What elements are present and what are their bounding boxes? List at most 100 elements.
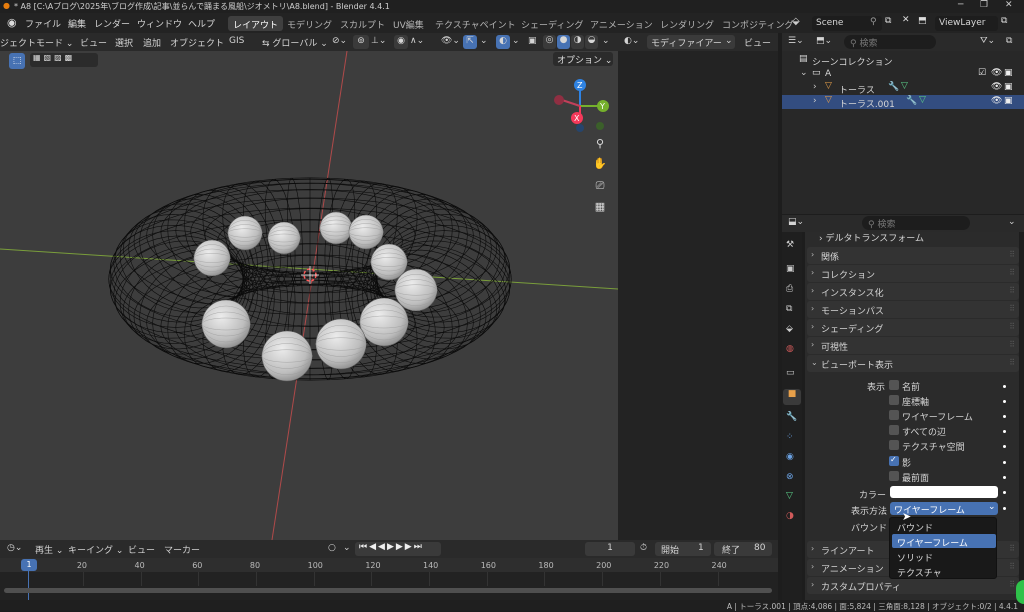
sphere[interactable]	[193, 239, 231, 277]
tab-uv[interactable]: UV編集	[388, 16, 429, 31]
start-frame-field[interactable]: 開始 1	[655, 542, 711, 556]
playback-controls[interactable]: ⏮◀◀▶▶▶⏭	[355, 542, 441, 556]
tab-modeling[interactable]: モデリング	[282, 16, 337, 31]
sphere[interactable]	[319, 211, 353, 245]
orientation-selector[interactable]: ⇆ グローバル ⌄	[262, 36, 328, 49]
overlay-menu-icon[interactable]: ⌄	[512, 36, 520, 46]
playhead[interactable]: 1	[21, 559, 37, 571]
blender-menu-icon[interactable]: ◉	[7, 16, 17, 29]
outliner-row-scene-collection[interactable]: ▤ シーンコレクション	[782, 53, 1024, 68]
editor-selector[interactable]: モディファイアー ⌄	[647, 35, 735, 49]
outliner-editor-icon[interactable]: ☰⌄	[788, 36, 804, 46]
stopwatch-icon[interactable]: ⏱	[640, 543, 647, 553]
collection-tab-icon[interactable]: ▭	[786, 368, 795, 378]
menu-gis[interactable]: GIS	[229, 36, 244, 46]
zoom-icon[interactable]: ⚲	[591, 135, 609, 153]
constraints-tab-icon[interactable]: ⊗	[786, 472, 794, 482]
close-icon[interactable]: ✕	[1005, 0, 1013, 10]
maximize-icon[interactable]: ❐	[980, 0, 988, 10]
menu-help[interactable]: ヘルプ	[188, 17, 215, 30]
xray-icon[interactable]: ▣	[528, 36, 537, 46]
properties-options-icon[interactable]: ⌄	[1008, 217, 1016, 227]
keyframe-dot[interactable]	[1003, 415, 1006, 418]
menu-file[interactable]: ファイル	[25, 17, 61, 30]
sphere[interactable]	[201, 299, 251, 349]
scene-icon[interactable]: ⬙	[792, 16, 800, 27]
mesh-data-icon[interactable]: ▽	[919, 95, 926, 105]
gizmo-menu-icon[interactable]: ⌄	[480, 36, 488, 46]
sphere[interactable]	[261, 330, 313, 382]
checkbox-texture-space[interactable]: テクスチャ空間	[889, 438, 1009, 453]
checkbox-axes[interactable]: 座標軸	[889, 393, 1009, 408]
menu-add[interactable]: 追加	[143, 36, 161, 49]
properties-editor-icon[interactable]: ⬓⌄	[788, 217, 804, 227]
section-motion-paths[interactable]: › モーションパス ⠿	[807, 301, 1019, 318]
filter-icon[interactable]: ⛛⌄	[980, 36, 995, 46]
shading-material-icon[interactable]: ◑	[571, 35, 584, 49]
end-frame-field[interactable]: 終了 80	[714, 542, 772, 556]
hide-eye-icon[interactable]: 👁	[991, 96, 1002, 106]
render-camera-icon[interactable]: ▣	[1004, 82, 1013, 92]
material-tab-icon[interactable]: ◑	[786, 511, 794, 521]
drag-grip-icon[interactable]: ⠿	[1009, 286, 1015, 295]
snap-target-icon[interactable]: ⊥⌄	[371, 36, 386, 46]
viewport-canvas[interactable]	[0, 51, 618, 540]
menu-render[interactable]: レンダー	[94, 17, 130, 30]
sphere[interactable]	[394, 268, 438, 312]
overlay-toggle-icon[interactable]: ◐	[496, 35, 510, 49]
shading-menu-icon[interactable]: ⌄	[602, 36, 610, 46]
menu-object[interactable]: オブジェクト	[170, 36, 224, 49]
keyframe-dot[interactable]	[1003, 476, 1006, 479]
select-mode-buttons[interactable]: ▦▧▨▩	[30, 53, 98, 67]
color-swatch[interactable]	[890, 486, 998, 498]
keyframe-dot[interactable]	[1003, 385, 1006, 388]
modifier-wrench-icon[interactable]: 🔧	[888, 82, 899, 92]
modifier-wrench-icon[interactable]: 🔧	[906, 96, 917, 106]
outliner-search-input[interactable]: ⚲ 検索	[844, 35, 936, 49]
shading-solid-icon[interactable]: ●	[557, 35, 570, 49]
menu-select[interactable]: 選択	[115, 36, 133, 49]
shading-rendered-icon[interactable]: ◒	[585, 35, 598, 49]
drag-grip-icon[interactable]: ⠿	[1009, 562, 1015, 571]
keyframe-dot[interactable]	[1003, 507, 1006, 510]
physics-tab-icon[interactable]: ◉	[786, 452, 794, 462]
section-relations[interactable]: › 関係 ⠿	[807, 247, 1019, 264]
drag-grip-icon[interactable]: ⠿	[1009, 580, 1015, 589]
checkbox-shadow[interactable]: ✓ 影	[889, 454, 1009, 469]
timeline-scrollbar[interactable]	[4, 588, 772, 593]
dropdown-option-solid[interactable]: ソリッド	[892, 549, 996, 564]
timeline-editor-icon[interactable]: ◷⌄	[7, 543, 22, 553]
keyframe-dot[interactable]	[1003, 461, 1006, 464]
shading-wireframe-icon[interactable]: ◎	[543, 35, 556, 49]
proportional-edit-icon[interactable]: ◉	[394, 35, 408, 49]
drag-grip-icon[interactable]: ⠿	[1009, 544, 1015, 553]
keyframe-dot[interactable]	[1003, 430, 1006, 433]
mesh-data-icon[interactable]: ▽	[901, 81, 908, 91]
auto-keying-icon[interactable]: ○	[328, 543, 336, 553]
editor-type-icon[interactable]: ◐⌄	[624, 36, 639, 46]
drag-grip-icon[interactable]: ⠿	[1009, 322, 1015, 331]
checkbox-in-front[interactable]: 最前面	[889, 469, 1009, 484]
pan-hand-icon[interactable]: ✋	[591, 155, 609, 173]
new-scene-icon[interactable]: ⧉	[885, 16, 891, 26]
checkbox-box-checked[interactable]: ✓	[889, 455, 899, 466]
drag-grip-icon[interactable]: ⠿	[1009, 358, 1015, 367]
checkbox-box[interactable]	[889, 440, 899, 450]
sphere[interactable]	[267, 221, 301, 255]
object-tab-icon[interactable]: ■	[783, 389, 801, 405]
checkbox-all-edges[interactable]: すべての辺	[889, 423, 1009, 438]
pivot-icon[interactable]: ⊘⌄	[332, 36, 347, 46]
sphere[interactable]	[227, 215, 263, 251]
3d-viewport[interactable]: ⬚ ▦▧▨▩ オプション ⌄ Z Y X ⚲ ✋ ⎚ ▦	[0, 51, 618, 540]
tool-tab-icon[interactable]: ⚒	[786, 240, 794, 250]
new-view-layer-icon[interactable]: ⧉	[1001, 16, 1007, 26]
hide-eye-icon[interactable]: 👁	[991, 82, 1002, 92]
gizmo-toggle-icon[interactable]: ⇱	[463, 35, 477, 49]
view-layer-tab-icon[interactable]: ⧉	[786, 304, 792, 314]
tab-rendering[interactable]: レンダリング	[655, 16, 719, 31]
section-viewport-display[interactable]: ⌄ ビューポート表示 ⠿	[807, 355, 1019, 372]
keyframe-dot[interactable]	[1003, 445, 1006, 448]
tab-sculpt[interactable]: スカルプト	[335, 16, 390, 31]
keyframe-dot[interactable]	[1003, 400, 1006, 403]
checkbox-wireframe[interactable]: ワイヤーフレーム	[889, 408, 1009, 423]
